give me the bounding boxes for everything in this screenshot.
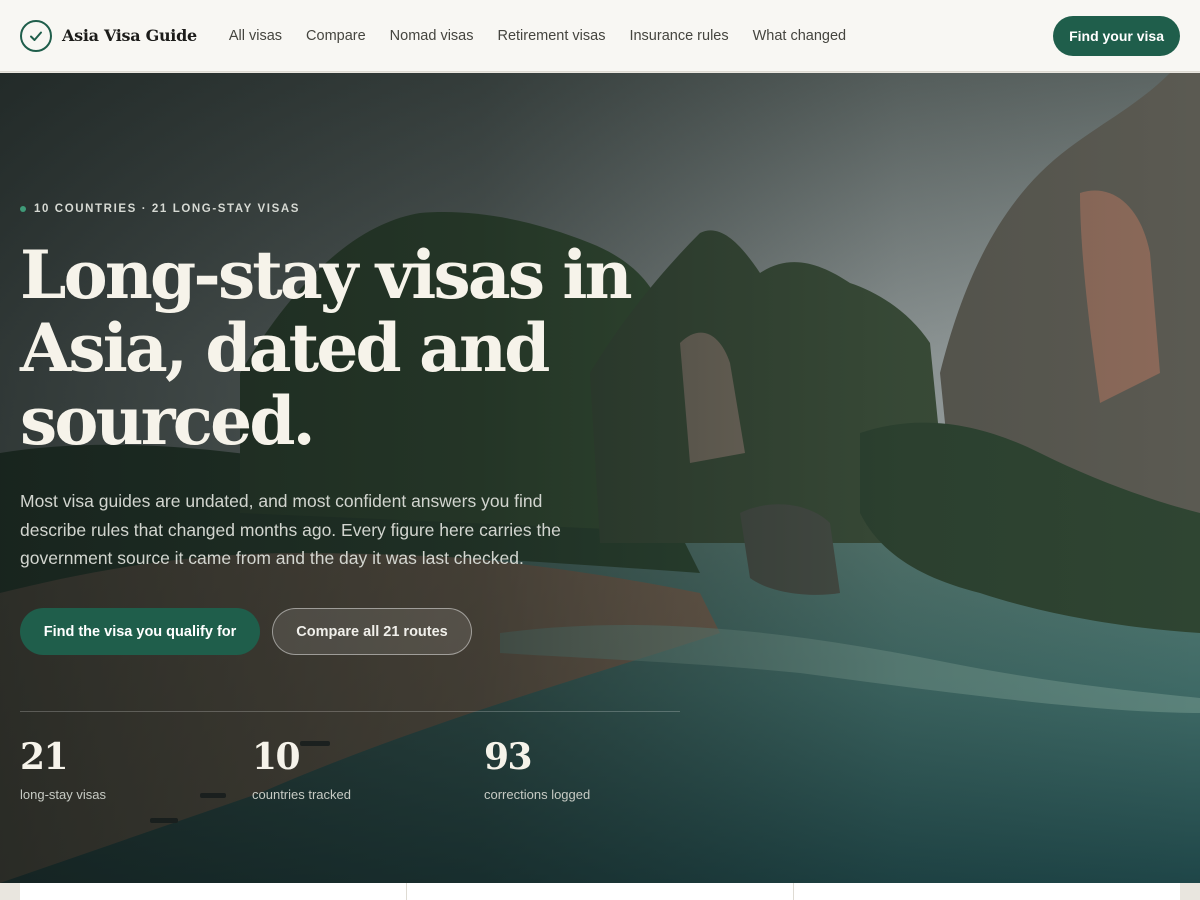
eyebrow-text: 10 COUNTRIES · 21 LONG-STAY VISAS	[34, 203, 301, 215]
main-nav: All visas Compare Nomad visas Retirement…	[229, 28, 870, 44]
stat-long-stay-visas: 21 long-stay visas	[20, 737, 252, 802]
stat-value: 93	[484, 736, 533, 778]
compare-routes-button[interactable]: Compare all 21 routes	[272, 608, 472, 655]
stat-corrections-logged: 93 corrections logged	[484, 737, 716, 802]
nav-link-nomad-visas[interactable]: Nomad visas	[390, 28, 474, 44]
hero-section: 10 COUNTRIES · 21 LONG-STAY VISAS Long-s…	[0, 73, 1200, 883]
brand-name: Asia Visa Guide	[62, 26, 197, 45]
stat-value: 10	[252, 736, 301, 778]
stats-divider	[20, 711, 680, 712]
hero-lede: Most visa guides are undated, and most c…	[20, 491, 561, 568]
nav-link-all-visas[interactable]: All visas	[229, 28, 282, 44]
nav-link-compare[interactable]: Compare	[306, 28, 366, 44]
nav-link-what-changed[interactable]: What changed	[753, 28, 847, 44]
find-visa-qualify-button[interactable]: Find the visa you qualify for	[20, 608, 260, 655]
stat-label: long-stay visas	[20, 787, 106, 802]
feature-card	[407, 883, 794, 900]
feature-card	[20, 883, 407, 900]
stat-label: countries tracked	[252, 787, 351, 802]
hero-eyebrow: 10 COUNTRIES · 21 LONG-STAY VISAS	[20, 203, 300, 215]
stat-countries-tracked: 10 countries tracked	[252, 737, 484, 802]
nav-link-insurance-rules[interactable]: Insurance rules	[629, 28, 728, 44]
find-your-visa-button[interactable]: Find your visa	[1053, 16, 1180, 56]
stat-label: corrections logged	[484, 787, 591, 802]
stats-row: 21 long-stay visas 10 countries tracked …	[20, 737, 716, 802]
feature-card	[794, 883, 1180, 900]
feature-cards	[20, 883, 1180, 900]
nav-link-retirement-visas[interactable]: Retirement visas	[497, 28, 605, 44]
dot-icon	[20, 206, 26, 212]
page-title: Long-stay visas in Asia, dated and sourc…	[20, 236, 633, 460]
stat-value: 21	[20, 736, 69, 778]
site-header: Asia Visa Guide All visas Compare Nomad …	[0, 0, 1200, 72]
brand-logo[interactable]: Asia Visa Guide	[20, 19, 197, 52]
check-circle-icon	[20, 19, 52, 52]
